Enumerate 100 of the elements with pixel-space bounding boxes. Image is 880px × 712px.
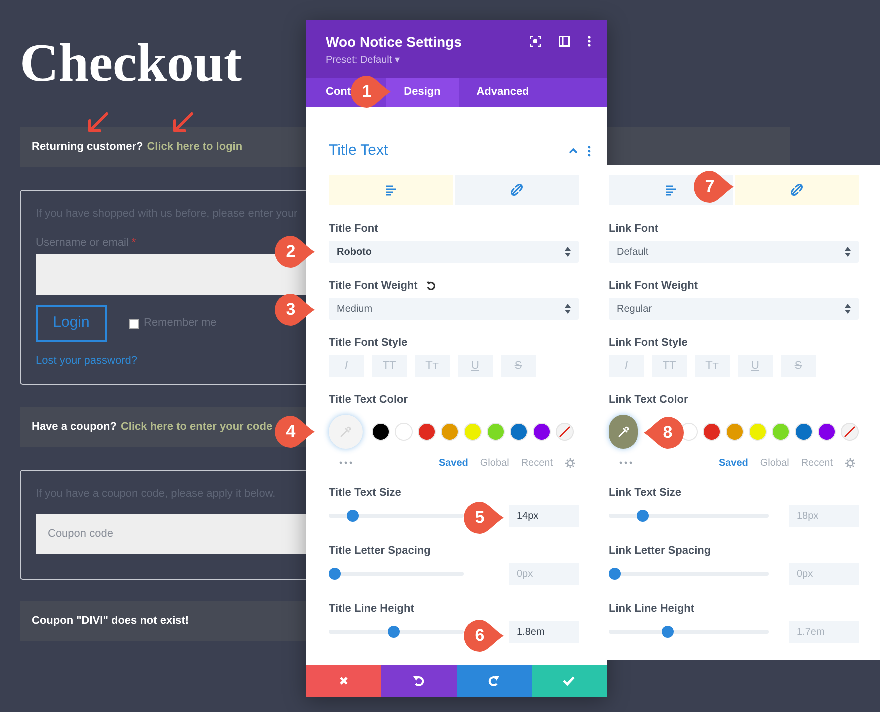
remember-checkbox[interactable] — [129, 318, 139, 328]
italic-button[interactable]: I — [609, 355, 644, 377]
text-toggle[interactable] — [329, 175, 453, 205]
field-label: Title Font Weight — [329, 279, 418, 293]
color-swatch[interactable] — [510, 423, 528, 441]
notice-link[interactable]: Click here to login — [147, 138, 243, 156]
small-caps-button[interactable]: Tᴛ — [695, 355, 730, 377]
field-label: Title Letter Spacing — [329, 544, 431, 558]
undo-button[interactable] — [381, 665, 456, 697]
slider[interactable] — [609, 626, 769, 638]
fullscreen-icon[interactable] — [530, 36, 541, 47]
font-select[interactable]: Regular — [609, 298, 859, 320]
slider[interactable] — [609, 568, 769, 580]
color-swatch[interactable] — [749, 423, 767, 441]
tab[interactable]: Advanced — [459, 78, 547, 107]
step-marker: 2 — [275, 236, 315, 268]
slider-thumb[interactable] — [388, 626, 400, 638]
value-field[interactable]: 1.8em — [509, 621, 579, 643]
color-swatch[interactable] — [464, 423, 482, 441]
palette-tab[interactable]: Saved — [718, 456, 748, 470]
value-field[interactable]: 14px — [509, 505, 579, 527]
more-icon[interactable] — [619, 461, 633, 465]
updown-icon — [845, 304, 851, 314]
tab[interactable]: Cont — [306, 78, 351, 107]
color-swatch[interactable] — [372, 423, 390, 441]
value-field[interactable]: 1.7em — [789, 621, 859, 643]
palette-tab[interactable]: Global — [480, 456, 510, 470]
slider[interactable] — [329, 568, 464, 580]
settings-icon[interactable] — [845, 458, 856, 468]
palette-tab[interactable]: Saved — [438, 456, 468, 470]
link-toggle[interactable] — [455, 175, 579, 205]
color-swatch[interactable] — [395, 423, 413, 441]
link-toggle[interactable] — [735, 175, 859, 205]
strikethrough-button[interactable]: S — [781, 355, 816, 377]
chevron-up-icon[interactable] — [569, 148, 578, 154]
slider-thumb[interactable] — [347, 510, 360, 522]
color-swatch[interactable] — [487, 423, 505, 441]
settings-icon[interactable] — [565, 458, 576, 468]
strikethrough-button[interactable]: S — [501, 355, 536, 377]
color-swatch[interactable] — [818, 423, 836, 441]
slider[interactable] — [329, 510, 464, 522]
slider[interactable] — [609, 510, 769, 522]
field-label: Title Line Height — [329, 602, 414, 616]
step-marker: 4 — [275, 416, 315, 448]
color-swatch[interactable] — [533, 423, 551, 441]
palette-tab[interactable]: Global — [760, 456, 790, 470]
more-icon[interactable] — [339, 461, 353, 465]
split-view-icon[interactable] — [559, 36, 570, 47]
current-color-button[interactable] — [609, 415, 638, 449]
palette-tab[interactable]: Recent — [801, 456, 833, 470]
font-select[interactable]: Medium — [329, 298, 579, 320]
notice-text: Coupon "DIVI" does not exist! — [32, 614, 190, 629]
slider-thumb[interactable] — [662, 626, 674, 638]
color-swatch[interactable] — [772, 423, 790, 441]
color-swatch[interactable] — [795, 423, 813, 441]
step-marker: 6 — [464, 620, 504, 652]
lost-password-link[interactable]: Lost your password? — [36, 353, 138, 370]
notice-text: Returning customer? — [32, 140, 144, 155]
small-caps-button[interactable]: Tᴛ — [415, 355, 450, 377]
current-color-button[interactable] — [329, 415, 363, 449]
underline-button[interactable]: U — [458, 355, 493, 377]
italic-button[interactable]: I — [329, 355, 364, 377]
check-icon — [563, 676, 576, 686]
tab[interactable]: Design — [386, 78, 459, 107]
font-select[interactable]: Default — [609, 241, 859, 263]
align-left-icon — [665, 184, 677, 196]
field-label: Link Line Height — [609, 602, 695, 616]
field-label: Link Letter Spacing — [609, 544, 712, 558]
step-marker: 7 — [694, 171, 734, 203]
reset-icon[interactable] — [426, 281, 436, 291]
slider-thumb[interactable] — [609, 568, 621, 580]
uppercase-button[interactable]: TT — [652, 355, 687, 377]
updown-icon — [565, 304, 571, 314]
menu-icon[interactable] — [588, 146, 591, 156]
field-label: Title Text Size — [329, 486, 402, 500]
slider-thumb[interactable] — [637, 510, 650, 522]
value-field[interactable]: 0px — [789, 563, 859, 585]
color-swatch[interactable] — [418, 423, 436, 441]
value-field[interactable]: 0px — [509, 563, 579, 585]
color-swatch[interactable] — [726, 423, 744, 441]
font-select[interactable]: Roboto — [329, 241, 579, 263]
no-color-swatch[interactable] — [841, 423, 859, 441]
section-title: Title Text — [329, 140, 388, 161]
slider-thumb[interactable] — [329, 568, 341, 580]
value-field[interactable]: 18px — [789, 505, 859, 527]
menu-icon[interactable] — [588, 36, 591, 47]
palette-tab[interactable]: Recent — [521, 456, 553, 470]
field-label: Link Text Color — [609, 393, 688, 407]
preset-menu[interactable]: Preset: Default ▾ — [326, 53, 400, 68]
uppercase-button[interactable]: TT — [372, 355, 407, 377]
field-label: Link Font — [609, 222, 658, 236]
page-title: Checkout — [20, 32, 242, 95]
notice-link[interactable]: Click here to enter your code — [120, 418, 273, 436]
no-color-swatch[interactable] — [556, 423, 574, 441]
login-button[interactable]: Login — [36, 305, 107, 342]
color-swatch[interactable] — [703, 423, 721, 441]
step-marker: 8 — [644, 417, 684, 449]
color-swatch[interactable] — [441, 423, 459, 441]
underline-button[interactable]: U — [738, 355, 773, 377]
slider[interactable] — [329, 626, 464, 638]
